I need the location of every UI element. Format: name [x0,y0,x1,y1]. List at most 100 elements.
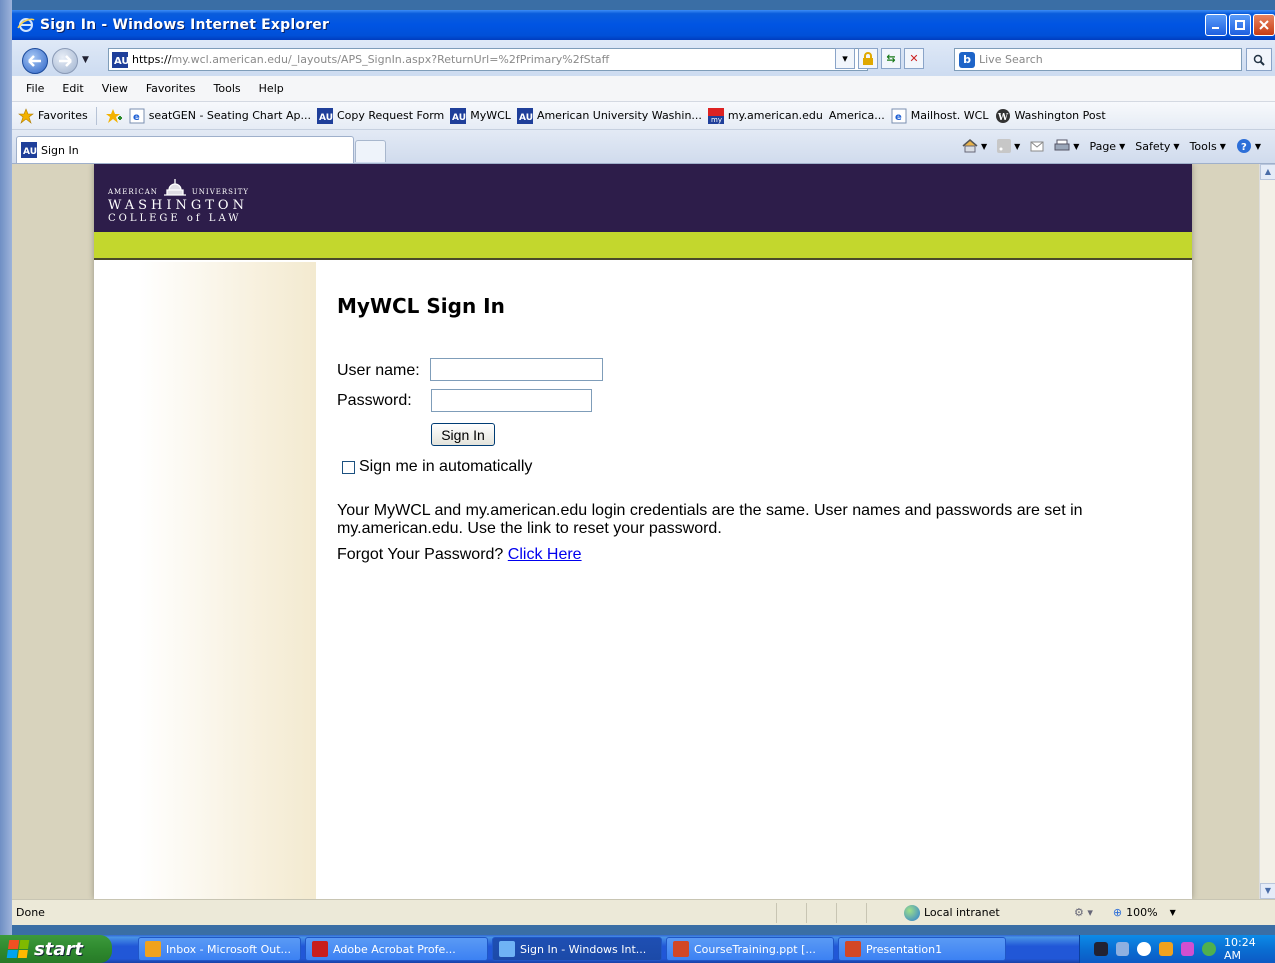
back-button[interactable] [22,48,48,74]
tab-sign-in[interactable]: AU Sign In [16,136,354,163]
print-button[interactable]: ▼ [1054,139,1079,153]
command-bar: ▼ ▼ ▼ Page ▼ Safety ▼ Tools ▼ ? ▼ [962,138,1261,154]
password-field[interactable] [431,389,592,412]
ie-page-icon: e [129,108,145,124]
live-search-icon: b [959,51,975,68]
home-button[interactable]: ▼ [962,139,987,153]
menu-view[interactable]: View [92,82,136,95]
checkbox-box[interactable] [342,460,355,474]
taskbar-presentation1[interactable]: Presentation1 [838,937,1006,961]
forward-arrow-icon [59,55,72,67]
au-favicon-icon: AU [21,142,37,158]
fav-link-washington-post[interactable]: W Washington Post [995,108,1106,124]
close-button[interactable] [1253,14,1275,36]
outlook-icon [145,941,161,957]
fav-link-my-american[interactable]: my my.american.edu [707,107,823,124]
maximize-button[interactable] [1229,14,1251,36]
clock: 10:24 AM [1224,936,1256,962]
tray-search-icon[interactable] [1202,942,1217,956]
au-favicon-icon: AU [316,107,333,124]
menu-bar: File Edit View Favorites Tools Help [12,76,1275,102]
taskbar-internet-explorer[interactable]: Sign In - Windows Int... [492,937,662,961]
scroll-up-icon[interactable]: ▲ [1260,164,1275,180]
page-title: MyWCL Sign In [337,294,505,318]
tools-menu[interactable]: Tools ▼ [1190,140,1226,153]
intranet-globe-icon [904,904,920,921]
fav-link-mailhost[interactable]: e Mailhost. WCL [891,108,989,124]
reset-password-link[interactable]: Click Here [508,546,582,563]
tray-outlook-icon[interactable] [1159,942,1173,956]
star-icon [18,107,34,124]
address-dropdown-icon[interactable]: ▾ [835,48,855,69]
menu-tools[interactable]: Tools [204,82,249,95]
tray-messenger-icon[interactable] [1180,942,1195,956]
capitol-dome-icon [163,179,186,196]
minimize-button[interactable] [1205,14,1227,36]
favorites-bar: Favorites e seatGEN - Seating Chart Ap..… [12,102,1275,130]
svg-text:AU: AU [519,113,533,123]
url-scheme: https:// [132,53,172,66]
new-tab-button[interactable] [355,140,386,162]
recent-pages-dropdown-icon[interactable]: ▼ [82,55,89,65]
mail-icon [1030,141,1044,152]
zoom-magnifier-icon: ⊕ [1112,906,1123,919]
read-mail-button[interactable] [1030,140,1044,152]
search-button[interactable] [1246,48,1272,71]
powerpoint-icon [845,941,861,957]
title-bar: Sign In - Windows Internet Explorer [12,10,1275,40]
protected-mode-icon[interactable]: ⚙ ▾ [1074,906,1093,919]
menu-help[interactable]: Help [249,82,292,95]
search-input[interactable]: b Live Search [954,48,1242,71]
fav-link-america[interactable]: America... [829,109,885,122]
security-zone[interactable]: Local intranet [904,904,1074,921]
page-viewport: AMERICAN UNIVERSITY WASHINGTON COLLEGE o… [12,164,1259,899]
address-bar[interactable]: AU https:// my.wcl.american.edu/_layouts… [108,48,868,71]
fav-link-seatgen[interactable]: e seatGEN - Seating Chart Ap... [129,108,311,124]
back-arrow-icon [28,55,41,67]
washington-post-icon: W [995,108,1011,124]
fav-link-copy-request[interactable]: AU Copy Request Form [316,107,444,124]
sign-in-button[interactable]: Sign In [431,423,495,446]
menu-favorites[interactable]: Favorites [136,82,204,95]
page-menu[interactable]: Page ▼ [1089,140,1125,153]
safety-menu[interactable]: Safety ▼ [1135,140,1179,153]
menu-edit[interactable]: Edit [52,82,91,95]
browser-window: Sign In - Windows Internet Explorer ▼ AU… [12,10,1275,925]
svg-text:AU: AU [23,147,37,157]
security-lock-icon[interactable] [858,48,878,69]
credentials-info: Your MyWCL and my.american.edu login cre… [337,502,1083,537]
tray-back-icon[interactable] [1137,942,1152,956]
tray-network-icon[interactable] [1115,942,1130,956]
web-page: AMERICAN UNIVERSITY WASHINGTON COLLEGE o… [94,164,1192,899]
windows-taskbar: start Inbox - Microsoft Out... Adobe Acr… [0,935,1275,963]
taskbar-outlook[interactable]: Inbox - Microsoft Out... [138,937,301,961]
feeds-button[interactable]: ▼ [997,139,1020,153]
scroll-down-icon[interactable]: ▼ [1260,883,1275,899]
help-button[interactable]: ? ▼ [1236,138,1261,154]
password-label: Password: [337,392,412,409]
tray-help-icon[interactable] [1094,942,1108,956]
menu-file[interactable]: File [16,82,52,95]
accent-bar [94,232,1192,260]
vertical-scrollbar[interactable]: ▲ ▼ [1259,164,1275,899]
acrobat-icon [312,941,328,957]
favorites-button[interactable]: Favorites [18,107,88,124]
taskbar-acrobat[interactable]: Adobe Acrobat Profe... [305,937,488,961]
forward-button[interactable] [52,48,78,74]
home-icon [962,139,978,153]
remember-me-checkbox[interactable]: Sign me in automatically [342,458,532,476]
zoom-control[interactable]: ⊕ 100% ▼ [1113,906,1176,919]
left-column [94,262,316,899]
fav-link-mywcl[interactable]: AU MyWCL [450,107,511,124]
fav-link-american-university[interactable]: AU American University Washin... [516,107,702,124]
wcl-logo[interactable]: AMERICAN UNIVERSITY WASHINGTON COLLEGE o… [108,178,249,224]
username-field[interactable] [430,358,603,381]
rss-feed-icon [997,139,1012,153]
start-button[interactable]: start [0,935,112,963]
refresh-icon[interactable]: ⇆ [881,48,901,69]
system-tray: 10:24 AM [1079,935,1275,963]
taskbar-coursetraining[interactable]: CourseTraining.ppt [... [666,937,834,961]
stop-icon[interactable]: ✕ [904,48,924,69]
add-favorite-icon[interactable] [105,108,123,124]
powerpoint-icon [673,941,689,957]
